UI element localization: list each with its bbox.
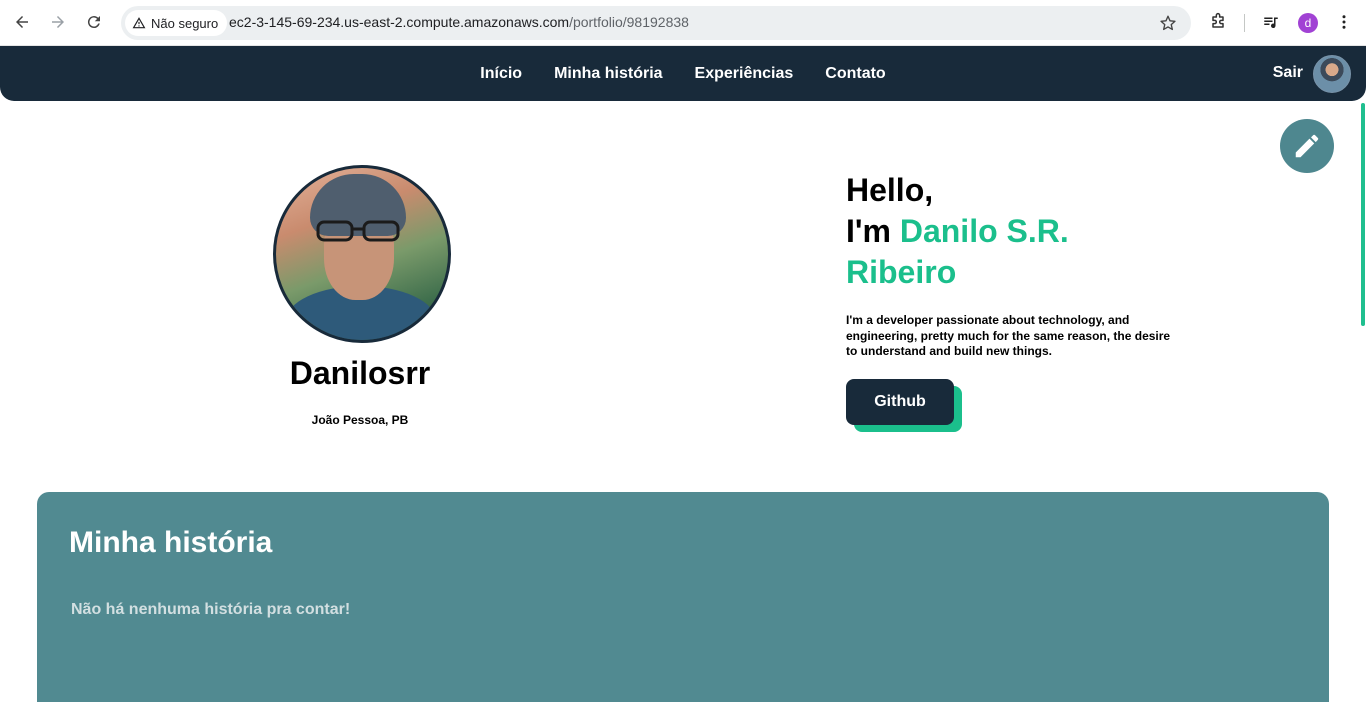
hero-greeting: Hello,	[846, 172, 934, 208]
hero-description: I'm a developer passionate about technol…	[846, 313, 1171, 358]
hero-intro-line: I'm Danilo S.R.	[846, 211, 1186, 252]
photo-glasses	[316, 220, 400, 242]
nav-link-minha-historia[interactable]: Minha história	[554, 65, 662, 83]
toolbar-divider	[1244, 14, 1245, 32]
github-button[interactable]: Github	[846, 379, 954, 425]
main-nav: Início Minha história Experiências Conta…	[0, 46, 1366, 101]
profile-name: Danilosrr	[289, 355, 431, 391]
profile-photo	[273, 165, 451, 343]
address-bar[interactable]: Não seguro ec2-3-145-69-234.us-east-2.co…	[121, 6, 1191, 40]
forward-button[interactable]	[43, 7, 73, 37]
browser-menu-button[interactable]	[1333, 11, 1355, 33]
user-avatar[interactable]	[1313, 55, 1351, 93]
logout-link[interactable]: Sair	[1273, 64, 1303, 82]
warning-icon	[132, 17, 146, 29]
media-control-button[interactable]	[1260, 11, 1282, 33]
puzzle-icon	[1212, 12, 1224, 28]
arrow-right-icon	[52, 16, 64, 28]
github-button-wrapper: Github	[846, 379, 966, 435]
hero-intro: I'm	[846, 213, 900, 249]
url-text[interactable]: ec2-3-145-69-234.us-east-2.compute.amazo…	[229, 14, 689, 30]
reload-icon	[87, 16, 100, 29]
security-label: Não seguro	[151, 15, 219, 31]
url-path: /portfolio/98192838	[569, 14, 689, 30]
site-header: Início Minha história Experiências Conta…	[0, 46, 1366, 101]
history-title: Minha história	[69, 526, 273, 559]
back-button[interactable]	[7, 7, 37, 37]
nav-link-contato[interactable]: Contato	[825, 65, 885, 83]
reload-button[interactable]	[79, 7, 109, 37]
bookmark-star-icon[interactable]	[1159, 14, 1177, 32]
history-empty-message: Não há nenhuma história pra contar!	[71, 601, 351, 618]
arrow-left-icon	[16, 16, 28, 28]
pencil-icon	[1295, 134, 1319, 158]
browser-toolbar: Não seguro ec2-3-145-69-234.us-east-2.co…	[0, 0, 1366, 46]
edit-button[interactable]	[1280, 119, 1334, 173]
playlist-music-icon	[1264, 17, 1278, 29]
hero-name-part2: Ribeiro	[846, 254, 957, 290]
hero-heading: Hello, I'm Danilo S.R. Ribeiro	[846, 170, 1186, 293]
extensions-button[interactable]	[1207, 11, 1229, 33]
history-section: Minha história Não há nenhuma história p…	[37, 492, 1329, 702]
nav-link-experiencias[interactable]: Experiências	[695, 65, 794, 83]
browser-profile-avatar[interactable]: d	[1298, 13, 1318, 33]
profile-location: João Pessoa, PB	[311, 413, 409, 427]
scrollbar-thumb[interactable]	[1361, 103, 1365, 326]
more-vertical-icon	[1342, 15, 1346, 29]
nav-link-inicio[interactable]: Início	[480, 65, 522, 83]
url-host: ec2-3-145-69-234.us-east-2.compute.amazo…	[229, 14, 570, 30]
security-indicator[interactable]: Não seguro	[125, 10, 228, 36]
hero-name-part1: Danilo S.R.	[899, 213, 1069, 249]
